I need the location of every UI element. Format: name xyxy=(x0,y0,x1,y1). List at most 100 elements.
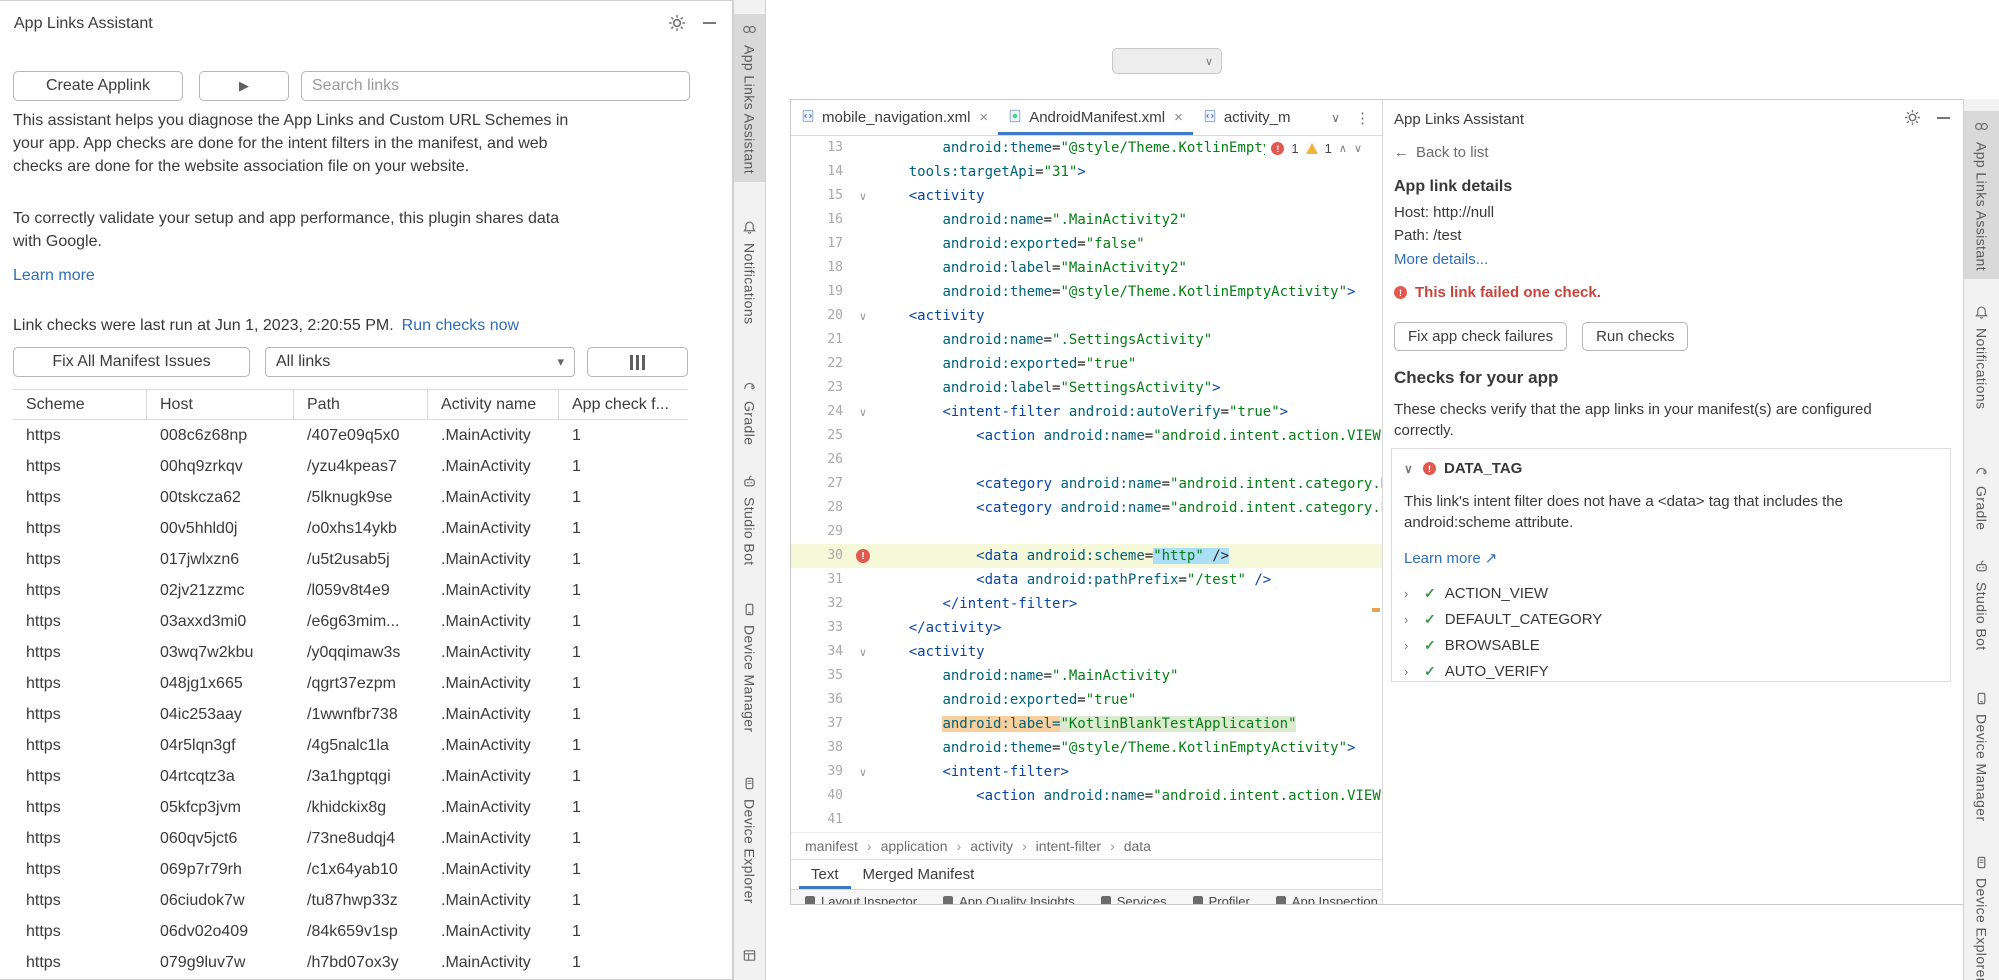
table-row[interactable]: https00tskcza62/5lknugk9se.MainActivity1 xyxy=(13,482,688,513)
more-options-icon[interactable]: ⋮ xyxy=(1355,109,1370,127)
tool-window-button-services[interactable]: Services xyxy=(1101,894,1167,904)
fold-icon[interactable]: ∨ xyxy=(851,640,875,664)
breadcrumb-item-intent-filter[interactable]: intent-filter xyxy=(1036,838,1101,854)
table-row[interactable]: https04ic253aay/1wwnfbr738.MainActivity1 xyxy=(13,699,688,730)
tool-strip-item-gradle[interactable]: Gradle xyxy=(1964,455,1999,538)
inspection-widget[interactable]: ! 1 1 ∧ ∨ xyxy=(1265,139,1368,158)
table-row[interactable]: https079g9luv7w/h7bd07ox3y.MainActivity1 xyxy=(13,947,688,978)
check-row-default-category[interactable]: ›✓DEFAULT_CATEGORY xyxy=(1404,606,1938,632)
line-number: 34 xyxy=(791,640,851,664)
column-header-app-check-f[interactable]: App check f... xyxy=(559,390,688,419)
tool-strip-item-device-explorer[interactable]: Device Explorer xyxy=(1964,847,1999,980)
close-icon[interactable]: × xyxy=(979,109,988,126)
breadcrumb-item-activity[interactable]: activity xyxy=(970,838,1013,854)
tool-strip-item-studio-bot[interactable]: Studio Bot xyxy=(1964,551,1999,659)
column-settings-button[interactable] xyxy=(587,347,688,377)
device-manager-icon xyxy=(1974,691,1989,706)
table-row[interactable]: https04r5lqn3gf/4g5nalc1la.MainActivity1 xyxy=(13,730,688,761)
table-row[interactable]: https00v5hhld0j/o0xhs14ykb.MainActivity1 xyxy=(13,513,688,544)
tool-strip-item-app-links-assistant[interactable]: App Links Assistant xyxy=(734,14,765,182)
table-cell: /c1x64yab10 xyxy=(294,854,428,885)
column-header-activity-name[interactable]: Activity name xyxy=(428,390,559,419)
table-cell: 04r5lqn3gf xyxy=(147,730,294,761)
table-row[interactable]: https008c6z68np/407e09q5x0.MainActivity1 xyxy=(13,420,688,451)
error-marker-icon[interactable]: ! xyxy=(851,544,875,568)
search-links-input[interactable] xyxy=(301,71,690,101)
gear-icon[interactable] xyxy=(1904,109,1922,127)
table-row[interactable]: https05kfcp3jvm/khidckix8g.MainActivity1 xyxy=(13,792,688,823)
chevron-down-icon[interactable]: ∨ xyxy=(1404,462,1415,476)
tool-window-button-app-inspection[interactable]: App Inspection xyxy=(1276,894,1378,904)
fold-icon[interactable]: ∨ xyxy=(851,760,875,784)
fold-icon[interactable]: ∨ xyxy=(851,184,875,208)
table-row[interactable]: https03axxd3mi0/e6g63mim....MainActivity… xyxy=(13,606,688,637)
check-row-action-view[interactable]: ›✓ACTION_VIEW xyxy=(1404,580,1938,606)
run-checks-now-link[interactable]: Run checks now xyxy=(402,317,519,335)
table-row[interactable]: https04rtcqtz3a/3a1hgptqgi.MainActivity1 xyxy=(13,761,688,792)
editor-tab-mobile-navigation-xml[interactable]: mobile_navigation.xml× xyxy=(791,100,998,135)
table-row[interactable]: https00hq9zrkqv/yzu4kpeas7.MainActivity1 xyxy=(13,451,688,482)
hidden-tabs-chevron-icon[interactable]: ∨ xyxy=(1331,111,1340,125)
tool-strip-item-studio-bot[interactable]: Studio Bot xyxy=(734,466,765,574)
table-row[interactable]: https06ciudok7w/tu87hwp33z.MainActivity1 xyxy=(13,885,688,916)
chevron-right-icon[interactable]: › xyxy=(1404,638,1415,653)
studio-bot-icon xyxy=(742,474,757,489)
tool-strip-item-device-explorer[interactable]: Device Explorer xyxy=(734,768,765,912)
tool-window-button-profiler[interactable]: Profiler xyxy=(1193,894,1250,904)
tool-strip-item-gradle[interactable]: Gradle xyxy=(734,370,765,453)
tool-strip-item-device-manager[interactable]: Device Manager xyxy=(1964,683,1999,830)
close-icon[interactable]: × xyxy=(1174,109,1183,126)
links-filter-dropdown[interactable]: All links ▾ xyxy=(265,347,575,377)
editor-tab-activity-m[interactable]: activity_m xyxy=(1193,100,1301,135)
fix-all-manifest-issues-button[interactable]: Fix All Manifest Issues xyxy=(13,347,250,377)
create-applink-button[interactable]: Create Applink xyxy=(13,71,183,101)
gear-icon[interactable] xyxy=(668,14,686,32)
tool-window-button-app-quality-insights[interactable]: App Quality Insights xyxy=(943,894,1075,904)
check-row-data-tag[interactable]: ∨ ! DATA_TAG xyxy=(1404,460,1938,477)
table-row[interactable]: https06dv02o409/84k659v1sp.MainActivity1 xyxy=(13,916,688,947)
more-details-link[interactable]: More details... xyxy=(1394,251,1488,268)
breadcrumb-item-data[interactable]: data xyxy=(1124,838,1151,854)
code-line: 31 <data android:pathPrefix="/test" /> xyxy=(791,568,1382,592)
run-checks-button[interactable]: Run checks xyxy=(1582,322,1688,351)
table-row[interactable]: https03wq7w2kbu/y0qqimaw3s.MainActivity1 xyxy=(13,637,688,668)
table-row[interactable]: https048jg1x665/qgrt37ezpm.MainActivity1 xyxy=(13,668,688,699)
bottom-tab-merged-manifest[interactable]: Merged Manifest xyxy=(851,860,987,889)
chevron-right-icon[interactable]: › xyxy=(1404,612,1415,627)
error-stripe-mark[interactable] xyxy=(1372,608,1380,612)
layout-tool-icon[interactable] xyxy=(742,948,757,968)
minimize-icon[interactable] xyxy=(1937,117,1950,119)
fix-app-check-failures-button[interactable]: Fix app check failures xyxy=(1394,322,1567,351)
chevron-right-icon[interactable]: › xyxy=(1404,664,1415,679)
chevron-up-icon[interactable]: ∧ xyxy=(1339,142,1347,155)
editor-tab-androidmanifest-xml[interactable]: AndroidManifest.xml× xyxy=(998,100,1193,135)
check-row-browsable[interactable]: ›✓BROWSABLE xyxy=(1404,632,1938,658)
column-header-path[interactable]: Path xyxy=(294,390,428,419)
fold-icon[interactable]: ∨ xyxy=(851,304,875,328)
breadcrumb-item-manifest[interactable]: manifest xyxy=(805,838,858,854)
run-link-button[interactable]: ▶ xyxy=(199,71,289,101)
tool-strip-item-app-links-assistant[interactable]: App Links Assistant xyxy=(1964,111,1999,279)
bottom-tab-text[interactable]: Text xyxy=(799,860,851,889)
table-row[interactable]: https060qv5jct6/73ne8udqj4.MainActivity1 xyxy=(13,823,688,854)
check-row-auto-verify[interactable]: ›✓AUTO_VERIFY xyxy=(1404,658,1938,684)
breadcrumb-item-application[interactable]: application xyxy=(881,838,948,854)
tool-strip-item-notifications[interactable]: Notifications xyxy=(1964,297,1999,417)
code-editor[interactable]: 13 android:theme="@style/Theme.KotlinEmp… xyxy=(791,136,1382,832)
tool-strip-item-device-manager[interactable]: Device Manager xyxy=(734,594,765,741)
learn-more-link[interactable]: Learn more ↗ xyxy=(1404,549,1497,567)
tool-strip-item-notifications[interactable]: Notifications xyxy=(734,212,765,332)
table-row[interactable]: https017jwlxzn6/u5t2usab5j.MainActivity1 xyxy=(13,544,688,575)
back-to-list-link[interactable]: ← Back to list xyxy=(1394,144,1489,161)
fold-icon[interactable]: ∨ xyxy=(851,400,875,424)
tool-window-button-layout-inspector[interactable]: Layout Inspector xyxy=(805,894,917,904)
column-header-host[interactable]: Host xyxy=(147,390,294,419)
minimize-icon[interactable] xyxy=(703,22,716,24)
chevron-down-icon[interactable]: ∨ xyxy=(1354,142,1362,155)
column-header-scheme[interactable]: Scheme xyxy=(13,390,147,419)
chevron-right-icon[interactable]: › xyxy=(1404,586,1415,601)
table-row[interactable]: https02jv21zzmc/l059v8t4e9.MainActivity1 xyxy=(13,575,688,606)
table-cell: 1 xyxy=(559,792,688,823)
table-row[interactable]: https069p7r79rh/c1x64yab10.MainActivity1 xyxy=(13,854,688,885)
learn-more-link[interactable]: Learn more xyxy=(13,267,95,285)
